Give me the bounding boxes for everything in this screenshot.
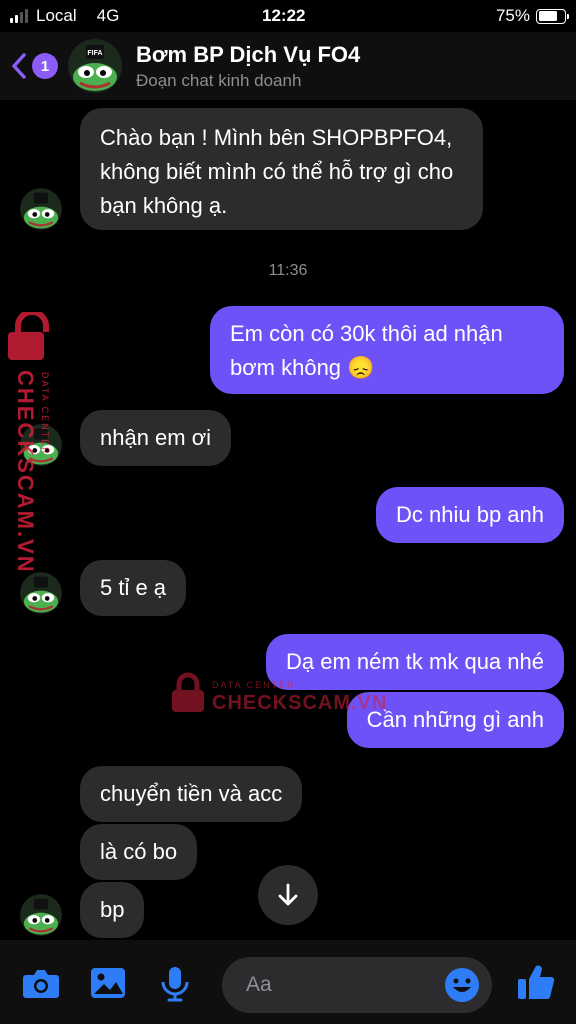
watermark-vertical: CHECKSCAM.VN DATA CENTER xyxy=(4,309,64,574)
chat-title[interactable]: Bơm BP Dịch Vụ FO4 xyxy=(136,42,360,68)
camera-icon xyxy=(23,970,59,998)
image-icon xyxy=(91,968,125,998)
clock: 12:22 xyxy=(262,6,306,25)
timestamp: 11:36 xyxy=(268,262,308,279)
chat-header: 1 FIFA Bơm BP Dịch Vụ FO4 Đoạn chat kinh… xyxy=(0,32,576,100)
like-button[interactable] xyxy=(516,962,556,1007)
message-list[interactable]: Chào bạn ! Mình bên SHOPBPFO4, không biế… xyxy=(0,100,576,940)
microphone-icon xyxy=(161,967,189,1002)
message-incoming[interactable]: bp xyxy=(80,882,145,938)
battery-percent: 75% xyxy=(495,6,530,25)
watermark-tagline: DATA CENTER xyxy=(212,680,296,690)
status-bar: Local 4G 12:22 75% xyxy=(0,0,576,32)
chat-subtitle: Đoạn chat kinh doanh xyxy=(136,70,302,90)
watermark-brand: CHECKSCAM.VN xyxy=(212,692,388,714)
chevron-left-icon xyxy=(12,53,26,79)
sender-avatar[interactable] xyxy=(20,188,62,230)
contact-avatar[interactable]: FIFA xyxy=(68,39,122,93)
fifa-pepe-avatar-icon xyxy=(20,188,62,230)
message-incoming[interactable]: Chào bạn ! Mình bên SHOPBPFO4, không biế… xyxy=(80,108,483,230)
fifa-pepe-avatar-icon: FIFA xyxy=(68,39,122,93)
emoji-button[interactable] xyxy=(444,967,480,1003)
sender-avatar[interactable] xyxy=(20,572,62,614)
emoji-icon xyxy=(445,968,479,1002)
gallery-button[interactable] xyxy=(90,966,126,1005)
thumbs-up-icon xyxy=(518,965,555,1000)
signal-icon xyxy=(10,9,28,23)
voice-button[interactable] xyxy=(160,966,190,1007)
unread-badge: 1 xyxy=(32,53,58,79)
watermark-tagline: DATA CENTER xyxy=(40,372,50,456)
arrow-down-icon xyxy=(278,883,298,906)
svg-text:FIFA: FIFA xyxy=(87,50,102,57)
message-outgoing[interactable]: Em còn có 30k thôi ad nhận bơm không 😞 xyxy=(210,306,564,394)
network-label: 4G xyxy=(96,6,120,25)
message-incoming[interactable]: là có bo xyxy=(80,824,198,880)
watermark-center: DATA CENTER CHECKSCAM.VN xyxy=(170,672,386,722)
message-input-placeholder: Aa xyxy=(246,973,272,996)
fifa-pepe-avatar-icon xyxy=(20,894,62,936)
composer-bar: Aa xyxy=(0,940,576,1024)
padlock-icon xyxy=(172,672,204,712)
scroll-to-bottom-button[interactable] xyxy=(258,865,318,925)
back-button[interactable]: 1 xyxy=(10,52,58,80)
message-outgoing[interactable]: Dc nhiu bp anh xyxy=(376,487,564,543)
watermark-brand: CHECKSCAM.VN xyxy=(13,370,38,574)
message-input[interactable]: Aa xyxy=(222,957,492,1013)
sender-avatar[interactable] xyxy=(20,894,62,936)
message-incoming[interactable]: chuyển tiền và acc xyxy=(80,766,303,822)
message-incoming[interactable]: nhận em ơi xyxy=(80,410,232,466)
fifa-pepe-avatar-icon xyxy=(20,572,62,614)
padlock-icon xyxy=(8,309,49,360)
battery-icon xyxy=(536,8,569,24)
message-incoming[interactable]: 5 tỉ e ạ xyxy=(80,560,187,616)
camera-button[interactable] xyxy=(22,966,60,1005)
carrier-label: Local xyxy=(36,6,77,25)
